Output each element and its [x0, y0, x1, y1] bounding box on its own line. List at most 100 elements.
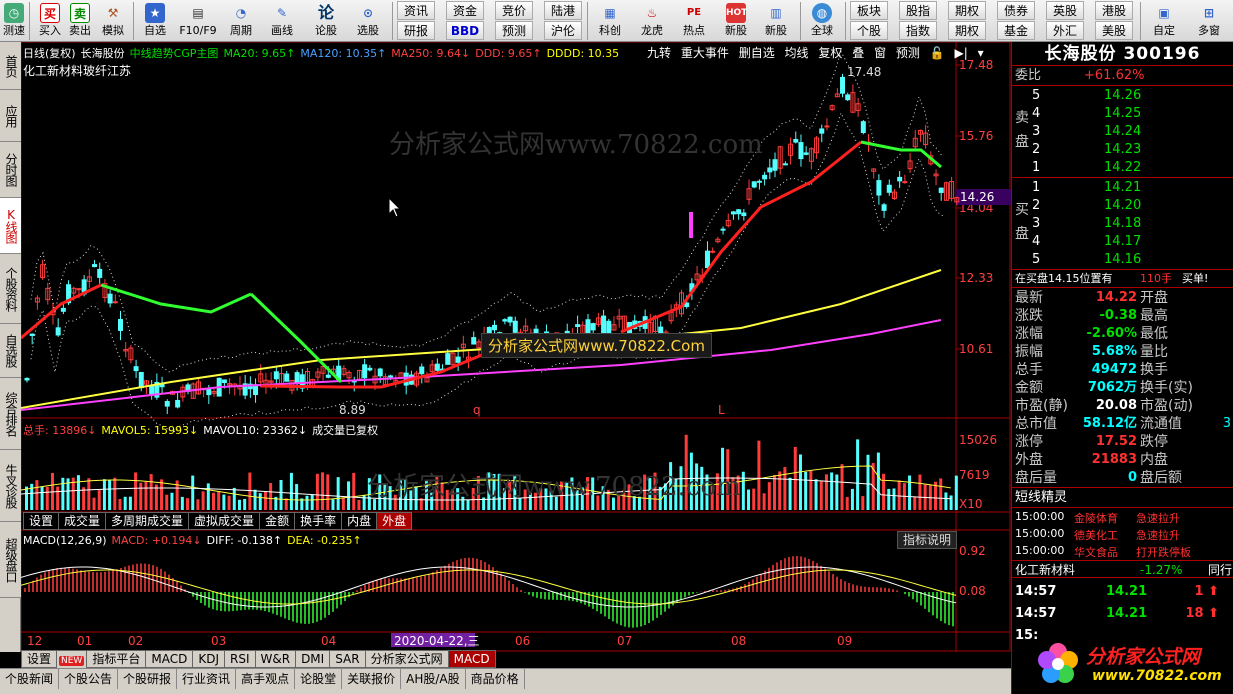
dmi-tab[interactable]: DMI: [295, 650, 331, 668]
auction-button[interactable]: 竞价: [495, 1, 533, 20]
stock-button[interactable]: 个股: [850, 21, 888, 40]
tool-window[interactable]: 窗: [874, 46, 886, 60]
discuss-stock-button[interactable]: 论 论股: [308, 0, 344, 42]
tab-announcements[interactable]: 个股公告: [59, 669, 119, 689]
ask-price[interactable]: 14.23: [1104, 141, 1141, 159]
macd-tab[interactable]: MACD: [145, 650, 194, 668]
bid-price[interactable]: 14.18: [1104, 215, 1141, 233]
ask-price[interactable]: 14.22: [1104, 159, 1141, 177]
funds-button[interactable]: 资金: [446, 1, 484, 20]
hot-topics-button[interactable]: PE 热点: [676, 0, 712, 42]
forecast-button[interactable]: 预测: [495, 21, 533, 40]
f10-button[interactable]: ▤ F10/F9: [176, 0, 220, 42]
formula-site-tab[interactable]: 分析家公式网: [364, 650, 449, 668]
sector-button[interactable]: 板块: [850, 1, 888, 20]
stock-index-futures-button[interactable]: 股指: [899, 1, 937, 20]
kline-chart-area[interactable]: 17.48 15.76 14.04 12.33 10.61 14.26 15026 7619 X…: [21, 42, 1011, 670]
customize-button[interactable]: ▣ 自定: [1146, 0, 1182, 42]
new-stock-button[interactable]: HOT 新股: [718, 0, 754, 42]
us-stock-button[interactable]: 美股: [1095, 21, 1133, 40]
tab-commodities[interactable]: 商品价格: [466, 669, 525, 689]
tab-timeshare[interactable]: 分时图: [0, 142, 21, 198]
tab-watchlist[interactable]: 自选股: [0, 324, 21, 378]
bond-button[interactable]: 债券: [997, 1, 1035, 20]
hk-connect-button[interactable]: 陆港: [544, 1, 582, 20]
subtab-multi-period-volume[interactable]: 多周期成交量: [105, 512, 190, 530]
bid-price[interactable]: 14.21: [1104, 179, 1141, 197]
tab-kline[interactable]: K线图: [0, 198, 21, 254]
sector-name[interactable]: 化工新材料: [1015, 561, 1075, 579]
elf-stock[interactable]: 金陵体育: [1074, 510, 1118, 526]
tab-diagnosis[interactable]: 牛叉诊股: [0, 450, 21, 522]
multi-window-button[interactable]: ⊞ 多窗: [1190, 0, 1228, 42]
tab-industry-news[interactable]: 行业资讯: [177, 669, 237, 689]
ask-price[interactable]: 14.24: [1104, 123, 1141, 141]
tab-forum[interactable]: 论股堂: [295, 669, 343, 689]
sector-peers-tab[interactable]: 同行: [1208, 561, 1232, 579]
draw-line-button[interactable]: ✎ 画线: [264, 0, 300, 42]
indicator-platform-tab[interactable]: 指标平台: [86, 650, 147, 668]
buy-button[interactable]: 买 买入: [36, 0, 64, 42]
index-button[interactable]: 指数: [899, 21, 937, 40]
select-stock-button[interactable]: ⊙ 选股: [350, 0, 386, 42]
star-market-button[interactable]: ▦ 科创: [592, 0, 628, 42]
news-button[interactable]: 资讯: [397, 1, 435, 20]
elf-stock[interactable]: 德美化工: [1074, 527, 1118, 543]
ask-price[interactable]: 14.26: [1104, 87, 1141, 105]
ask-price[interactable]: 14.25: [1104, 105, 1141, 123]
futures-button[interactable]: 期权: [948, 1, 986, 20]
bid-price[interactable]: 14.17: [1104, 233, 1141, 251]
lock-icon[interactable]: 🔓: [930, 46, 945, 60]
dropdown-icon[interactable]: ▾: [978, 46, 984, 60]
elf-title[interactable]: 短线精灵: [1015, 488, 1067, 508]
options-button[interactable]: 期权: [948, 21, 986, 40]
dragon-tiger-button[interactable]: ♨ 龙虎: [634, 0, 670, 42]
tab-stock-news[interactable]: 个股新闻: [0, 669, 60, 689]
subtab-virtual-volume[interactable]: 虚拟成交量: [188, 512, 261, 530]
rsi-tab[interactable]: RSI: [224, 650, 256, 668]
subtab-settings[interactable]: 设置: [23, 512, 60, 530]
bid-price[interactable]: 14.20: [1104, 197, 1141, 215]
bid-price[interactable]: 14.16: [1104, 251, 1141, 269]
uk-stock-button[interactable]: 英股: [1046, 1, 1084, 20]
subtab-amount[interactable]: 金额: [259, 512, 296, 530]
subtab-turnover[interactable]: 换手率: [294, 512, 343, 530]
sar-tab[interactable]: SAR: [329, 650, 366, 668]
tab-ranking[interactable]: 综合排名: [0, 378, 21, 450]
tab-related-quotes[interactable]: 关联报价: [342, 669, 402, 689]
bbd-button[interactable]: BBD: [446, 21, 484, 40]
tool-overlay[interactable]: 叠: [852, 46, 864, 60]
macd-active-tab[interactable]: MACD: [447, 650, 496, 668]
tab-apps[interactable]: 应用: [0, 90, 21, 142]
sell-button[interactable]: 卖 卖出: [66, 0, 94, 42]
indicator-settings-tab[interactable]: 设置: [21, 650, 58, 668]
tool-adjust[interactable]: 复权: [818, 46, 842, 60]
indicator-help-button[interactable]: 指标说明: [897, 531, 958, 549]
favorites-button[interactable]: ★ 自选: [138, 0, 172, 42]
speed-test-button[interactable]: ◷ 测速: [0, 0, 28, 42]
tab-stock-info[interactable]: 个股资料: [0, 254, 21, 324]
indicator-name[interactable]: 中线趋势CGP主图: [130, 47, 219, 60]
wr-tab[interactable]: W&R: [254, 650, 297, 668]
new-stock-list-button[interactable]: ▥ 新股: [758, 0, 794, 42]
tab-expert-views[interactable]: 高手观点: [236, 669, 296, 689]
subtab-outer-volume[interactable]: 外盘: [376, 512, 413, 530]
tab-home[interactable]: 首页: [0, 42, 21, 90]
subtab-inner-volume[interactable]: 内盘: [341, 512, 378, 530]
tool-ma[interactable]: 均线: [785, 46, 809, 60]
simulate-button[interactable]: ⚒ 模拟: [97, 0, 129, 42]
hk-stock-button[interactable]: 港股: [1095, 1, 1133, 20]
period-button[interactable]: ◔ 周期: [223, 0, 259, 42]
fund-button[interactable]: 基金: [997, 21, 1035, 40]
tool-forecast[interactable]: 预测: [896, 46, 920, 60]
kdj-tab[interactable]: KDJ: [192, 650, 225, 668]
tab-research[interactable]: 个股研报: [118, 669, 178, 689]
tool-nine-turn[interactable]: 九转: [647, 46, 671, 60]
tool-remove-favorite[interactable]: 删自选: [739, 46, 775, 60]
shanghai-london-button[interactable]: 沪伦: [544, 21, 582, 40]
subtab-volume[interactable]: 成交量: [58, 512, 107, 530]
tool-major-events[interactable]: 重大事件: [681, 46, 729, 60]
global-button[interactable]: ◍ 全球: [804, 0, 840, 42]
tab-super-tape[interactable]: 超级盘口: [0, 522, 21, 598]
research-button[interactable]: 研报: [397, 21, 435, 40]
